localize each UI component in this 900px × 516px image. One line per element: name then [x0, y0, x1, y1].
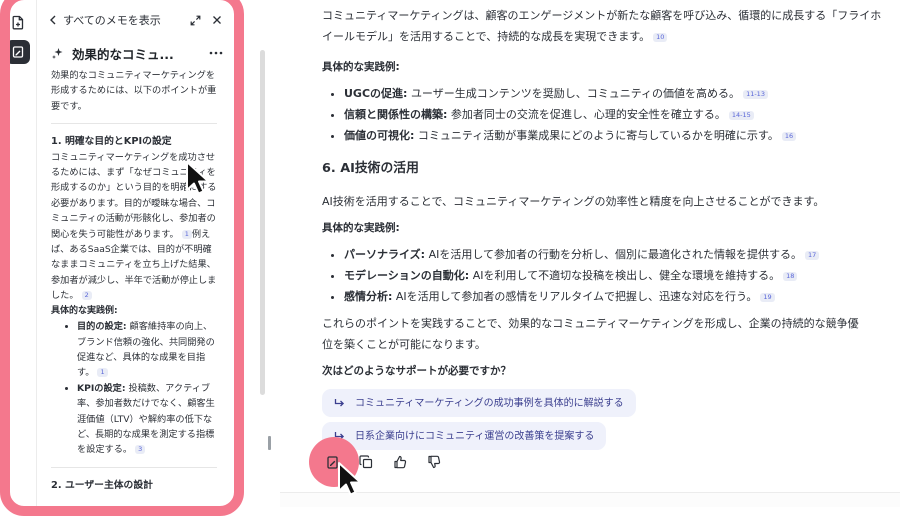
mouse-cursor-icon [338, 462, 362, 496]
composer-edge [280, 492, 900, 507]
citation-badge[interactable]: 2 [81, 291, 92, 301]
list-item: モデレーションの自動化: AIを利用して不適切な投稿を検出し、健全な環境を維持す… [344, 265, 882, 286]
practice-heading: 具体的な実践例: [322, 222, 400, 234]
citation-badge[interactable]: 11-13 [743, 90, 768, 99]
citation-badge[interactable]: 1 [97, 368, 108, 378]
memo-section-heading: 1. 明確な目的とKPIの設定 [51, 136, 172, 148]
practice-list: パーソナライズ: AIを活用して参加者の行動を分析し、個別に最適化された情報を提… [322, 244, 882, 307]
panel-resize-handle[interactable] [268, 436, 271, 450]
notes-panel-icon[interactable] [6, 40, 30, 64]
sparkle-icon [52, 47, 63, 59]
list-item: 価値の可視化: コミュニティ活動が事業成果にどのように寄与しているかを明確に示す… [344, 125, 882, 146]
suggestion-button[interactable]: 日系企業向けにコミュニティ運営の改善策を提案する [322, 422, 607, 450]
list-item: パーソナライズ: AIを活用して参加者の行動を分析し、個別に最適化された情報を提… [344, 244, 882, 265]
citation-badge[interactable]: 17 [805, 251, 820, 260]
list-item: 感情分析: AIを活用して参加者の感情をリアルタイムで把握し、迅速な対応を行う。… [344, 286, 882, 307]
next-question: 次はどのようなサポートが必要ですか？ [322, 365, 511, 377]
close-icon[interactable] [209, 12, 225, 28]
citation-badge[interactable]: 1 [181, 229, 192, 239]
memo-divider [51, 123, 217, 125]
section-paragraph: AI技術を活用することで、コミュニティマーケティングの効率性と精度を向上させるこ… [322, 195, 825, 208]
suggestion-button[interactable]: コミュニティマーケティングの成功事例を具体的に解説する [322, 389, 636, 417]
notes-panel-header: すべてのメモを表示 [37, 0, 233, 40]
memo-intro: 効果的なコミュニティマーケティングを形成するためには、以下のポイントが重要です。 [51, 70, 217, 112]
citation-badge[interactable]: 19 [760, 293, 775, 302]
reply-arrow-icon [334, 399, 345, 407]
list-item: 信頼と関係性の構築: 参加者同士の交流を促進し、心理的安全性を確立する。14-1… [344, 104, 882, 125]
list-item: 目的の設定: 顧客維持率の向上、ブランド信頼の強化、共同開発の促進など、具体的な… [77, 319, 217, 381]
memo-practice-list: 目的の設定: 顧客維持率の向上、ブランド信頼の強化、共同開発の促進など、具体的な… [51, 319, 217, 458]
show-all-notes-label: すべてのメモを表示 [63, 14, 161, 27]
mouse-cursor-icon [186, 161, 210, 195]
notes-scrollbar[interactable] [260, 50, 265, 395]
list-item: KPIの設定: 投稿数、アクティブ率、参加者数だけでなく、顧客生涯価値（LTV）… [77, 381, 217, 458]
thumbs-up-icon[interactable] [390, 452, 410, 472]
chevron-left-icon [50, 15, 56, 25]
section-heading: 6. AI技術の活用 [322, 161, 419, 176]
citation-badge[interactable]: 14-15 [728, 111, 754, 120]
show-all-notes-button[interactable]: すべてのメモを表示 [49, 12, 161, 28]
citation-badge[interactable]: 16 [781, 132, 797, 141]
practice-list: UGCの促進: ユーザー生成コンテンツを奨励し、コミュニティの価値を高める。11… [322, 83, 882, 146]
suggestion-list: 日系企業向けにコミュニティ運営の改善策を提案する [322, 422, 882, 450]
intro-paragraph: コミュニティマーケティングは、顧客のエンゲージメントが新たな顧客を呼び込み、循環… [322, 9, 882, 43]
new-note-icon[interactable] [6, 10, 30, 34]
memo-title-row: 効果的なコミュ... [37, 42, 233, 64]
memo-title: 効果的なコミュ... [72, 46, 174, 62]
chat-response: コミュニティマーケティングは、顧客のエンゲージメントが新たな顧客を呼び込み、循環… [322, 0, 882, 450]
suggestion-label: コミュニティマーケティングの成功事例を具体的に解説する [355, 397, 624, 409]
suggestion-label: 日系企業向けにコミュニティ運営の改善策を提案する [355, 430, 595, 442]
memo-practice-heading: 具体的な実践例: [51, 305, 118, 316]
left-rail [0, 0, 36, 506]
memo-divider [51, 466, 217, 468]
memo-section-heading: 2. ユーザー主体の設計 [51, 479, 153, 491]
list-item: UGCの促進: ユーザー生成コンテンツを奨励し、コミュニティの価値を高める。11… [344, 83, 882, 104]
more-options-icon[interactable] [209, 51, 223, 55]
notes-panel: すべてのメモを表示 効果的なコミュ... 効果的なコミュニティマーケティングを形… [36, 0, 271, 506]
practice-heading: 具体的な実践例: [322, 61, 400, 73]
conclusion-paragraph: これらのポイントを実践することで、効果的なコミュニティマーケティングを形成し、企… [322, 317, 859, 351]
suggestion-list: コミュニティマーケティングの成功事例を具体的に解説する [322, 389, 882, 417]
memo-content: 効果的なコミュニティマーケティングを形成するためには、以下のポイントが重要です。… [37, 64, 233, 493]
citation-badge[interactable]: 10 [653, 33, 668, 42]
expand-icon[interactable] [187, 12, 203, 28]
citation-badge[interactable]: 18 [783, 272, 798, 281]
thumbs-down-icon[interactable] [424, 452, 444, 472]
citation-badge[interactable]: 3 [135, 445, 146, 455]
